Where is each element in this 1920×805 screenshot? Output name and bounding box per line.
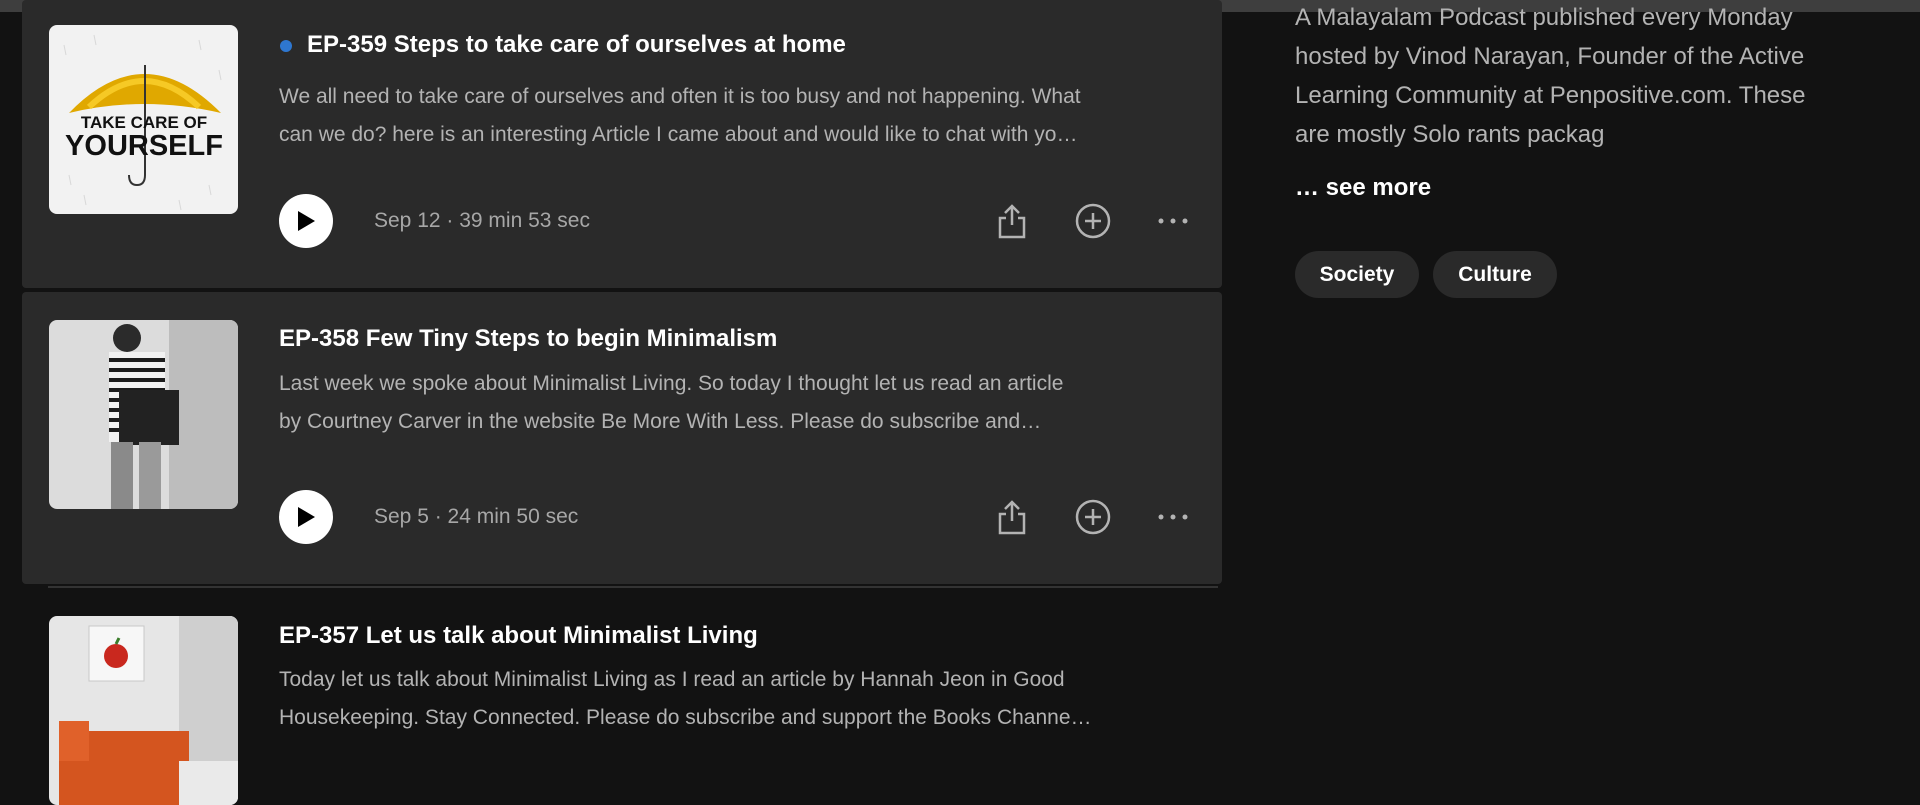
play-icon [298,507,315,527]
description-line: can we do? here is an interesting Articl… [279,123,1078,146]
episode-description: Today let us talk about Minimalist Livin… [279,661,1199,737]
more-options-button[interactable] [1153,201,1193,241]
share-button[interactable] [992,201,1032,241]
more-options-button[interactable] [1153,497,1193,537]
episode-row[interactable]: EP-357 Let us talk about Minimalist Livi… [22,588,1222,805]
episode-date-duration: Sep 12 · 39 min 53 sec [374,209,590,232]
description-line: by Courtney Carver in the website Be Mor… [279,410,1042,433]
episode-title[interactable]: EP-357 Let us talk about Minimalist Livi… [279,622,758,650]
episode-cover-image [49,616,238,805]
play-button[interactable] [279,490,333,544]
podcast-description: A Malayalam Podcast published every Mond… [1295,0,1895,154]
unplayed-indicator [280,40,292,52]
episode-row[interactable]: EP-358 Few Tiny Steps to begin Minimalis… [22,292,1222,584]
episode-title[interactable]: EP-359 Steps to take care of ourselves a… [307,31,846,59]
share-button[interactable] [992,497,1032,537]
description-line: are mostly Solo rants packag [1295,121,1605,148]
episode-description: We all need to take care of ourselves an… [279,78,1199,154]
episode-title[interactable]: EP-358 Few Tiny Steps to begin Minimalis… [279,325,777,353]
play-icon [298,211,315,231]
add-to-library-button[interactable] [1073,201,1113,241]
episode-row[interactable]: TAKE CARE OF YOURSELF EP-359 Steps to ta… [22,0,1222,288]
more-options-icon [1158,218,1188,224]
add-to-library-button[interactable] [1073,497,1113,537]
add-circle-icon [1075,499,1111,535]
episode-cover-image [49,320,238,509]
description-line: Housekeeping. Stay Connected. Please do … [279,706,1092,729]
description-line: Learning Community at Penpositive.com. T… [1295,82,1806,109]
cover-text-line-2: YOURSELF [65,130,223,162]
description-line: Last week we spoke about Minimalist Livi… [279,372,1064,395]
more-options-icon [1158,514,1188,520]
tag-society[interactable]: Society [1295,251,1419,298]
episode-cover-image: TAKE CARE OF YOURSELF [49,25,238,214]
share-icon [998,204,1026,239]
description-line: We all need to take care of ourselves an… [279,85,1081,108]
description-line: Today let us talk about Minimalist Livin… [279,668,1065,691]
share-icon [998,500,1026,535]
see-more-link[interactable]: … see more [1295,174,1431,202]
add-circle-icon [1075,203,1111,239]
episode-list: TAKE CARE OF YOURSELF EP-359 Steps to ta… [22,0,1222,805]
description-line: hosted by Vinod Narayan, Founder of the … [1295,43,1805,70]
tag-culture[interactable]: Culture [1433,251,1557,298]
play-button[interactable] [279,194,333,248]
episode-description: Last week we spoke about Minimalist Livi… [279,365,1199,441]
episode-date-duration: Sep 5 · 24 min 50 sec [374,505,579,528]
description-line: A Malayalam Podcast published every Mond… [1295,4,1793,31]
